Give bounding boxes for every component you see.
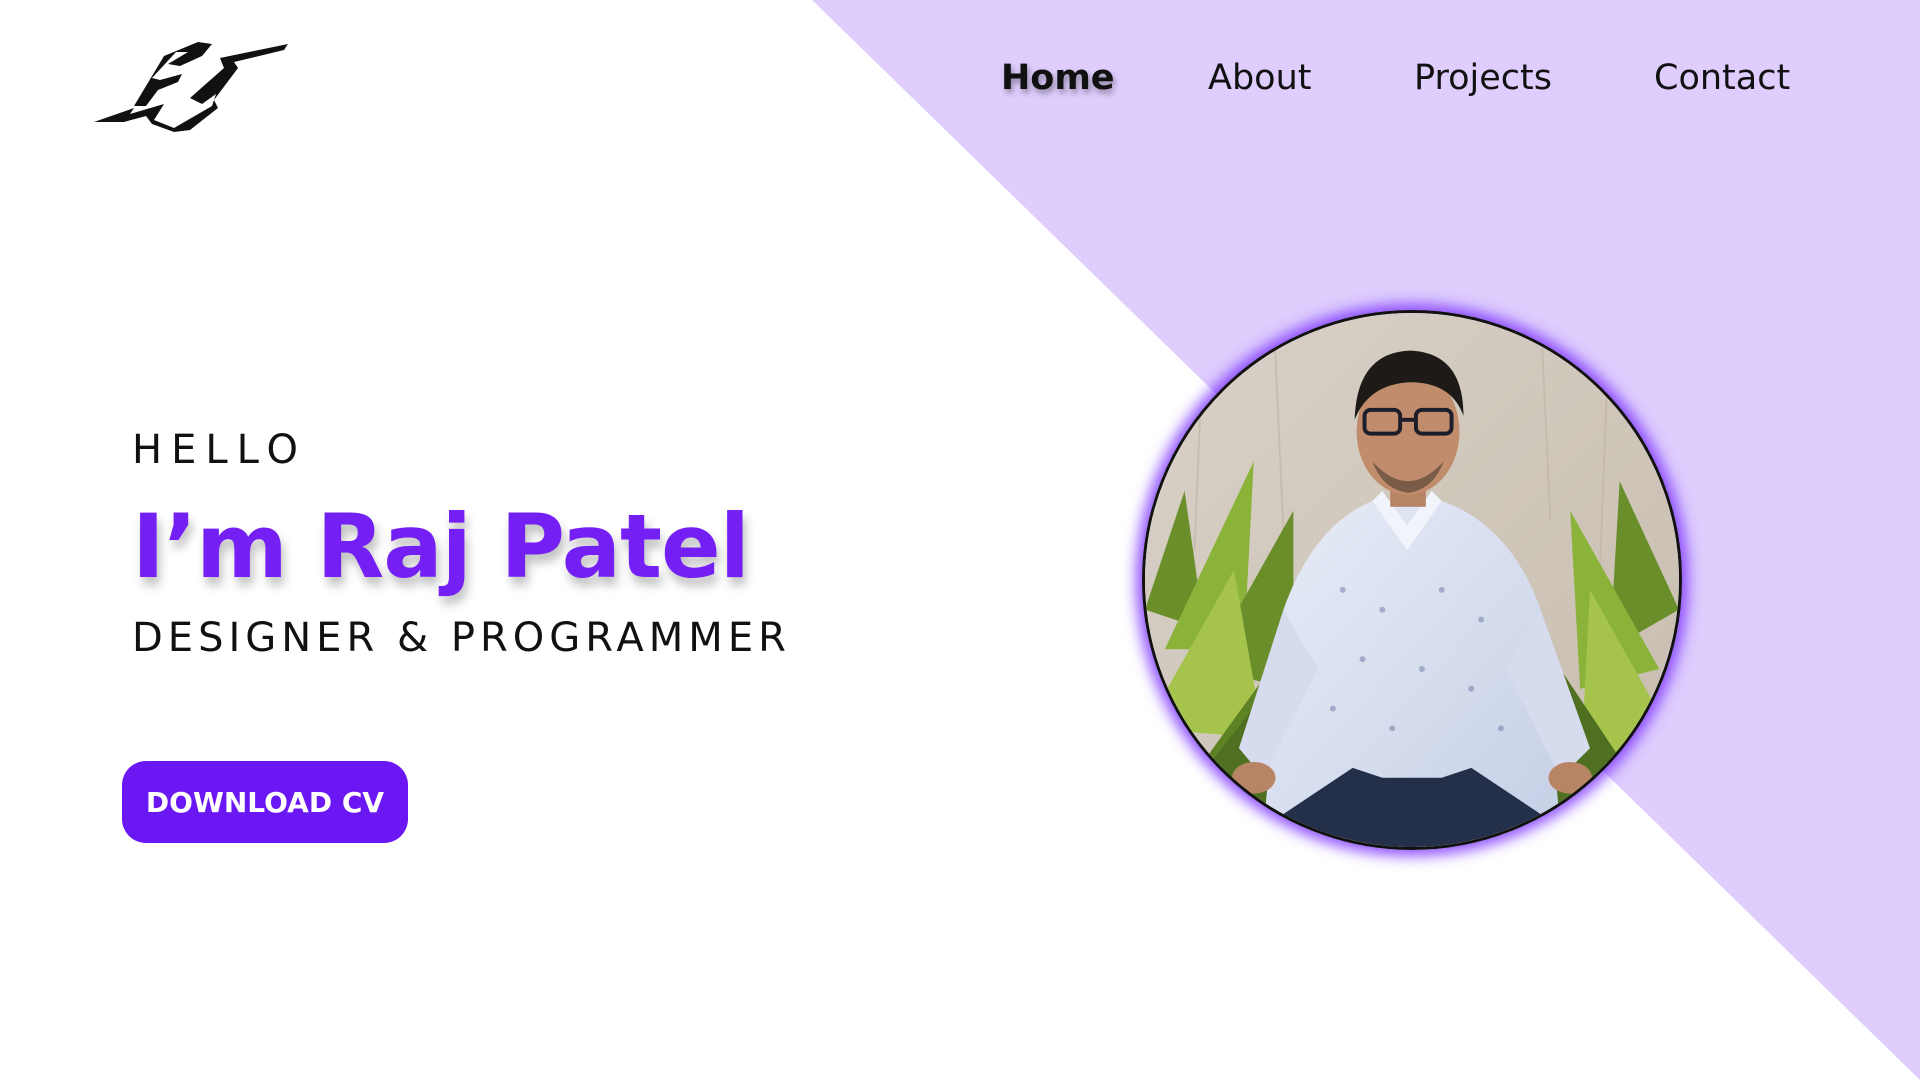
- nav-item-projects[interactable]: Projects: [1414, 52, 1552, 104]
- nav-item-contact[interactable]: Contact: [1654, 52, 1790, 104]
- hero-name: I’m Raj Patel: [132, 495, 750, 598]
- portfolio-page: Home About Projects Contact HELLO I’m Ra…: [0, 0, 1920, 1080]
- hero-role: DESIGNER & PROGRAMMER: [132, 615, 791, 661]
- nav-item-about[interactable]: About: [1208, 52, 1311, 104]
- profile-photo-frame: [1142, 310, 1682, 850]
- nav-item-home[interactable]: Home: [1001, 52, 1115, 104]
- hero-intro: HELLO I’m Raj Patel DESIGNER & PROGRAMME…: [132, 420, 791, 668]
- hero-greeting: HELLO: [132, 427, 307, 473]
- profile-photo-icon: [1145, 313, 1679, 847]
- profile-photo: [1142, 310, 1682, 850]
- main-nav: Home About Projects Contact: [0, 52, 1920, 112]
- download-cv-button[interactable]: DOWNLOAD CV: [122, 761, 408, 843]
